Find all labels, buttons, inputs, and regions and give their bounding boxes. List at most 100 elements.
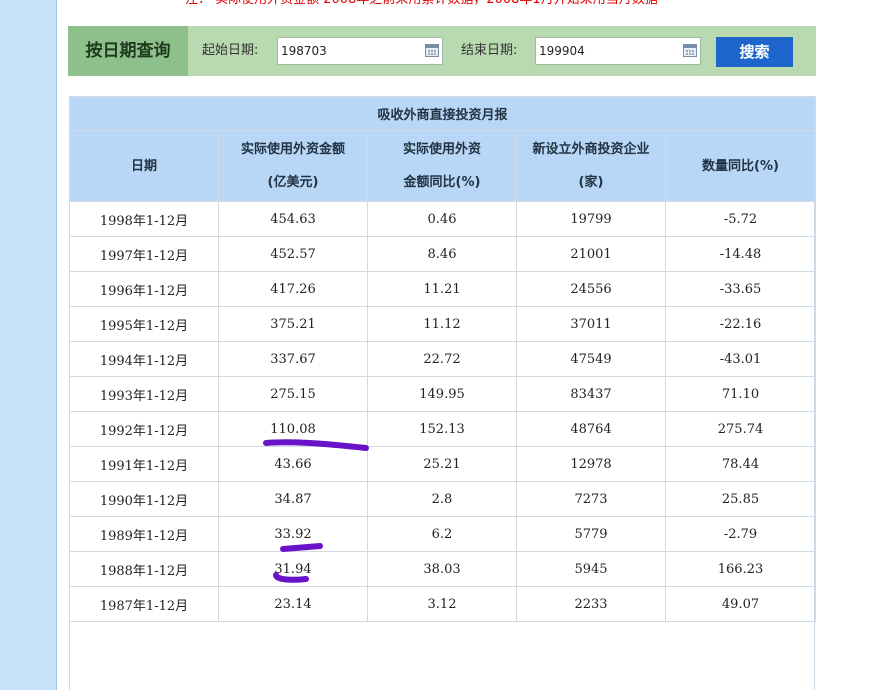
table-cell: 1997年1-12月 [69, 236, 219, 272]
table-cell: 1989年1-12月 [69, 516, 219, 552]
table-cell: 454.63 [218, 201, 368, 237]
table-cell: 78.44 [665, 446, 816, 482]
report-title: 吸收外商直接投资月报 [69, 96, 816, 131]
table-cell: 8.46 [367, 236, 517, 272]
table-cell: 23.14 [218, 586, 368, 622]
table-cell: 25.85 [665, 481, 816, 517]
table-row: 1998年1-12月 454.63 0.46 19799 -5.72 [69, 201, 816, 237]
table-row: 1992年1-12月 110.08 152.13 48764 275.74 [69, 411, 816, 447]
table-cell: 19799 [516, 201, 666, 237]
table-cell: 110.08 [218, 411, 368, 447]
date-search-bar: 按日期查询 起始日期: 198703 结束日期: 199904 搜索 [68, 26, 816, 76]
table-row: 1991年1-12月 43.66 25.21 12978 78.44 [69, 446, 816, 482]
table-cell: 2233 [516, 586, 666, 622]
table-row: 1989年1-12月 33.92 6.2 5779 -2.79 [69, 516, 816, 552]
table-cell: 31.94 [218, 551, 368, 587]
table-cell: 1994年1-12月 [69, 341, 219, 377]
table-cell: 1995年1-12月 [69, 306, 219, 342]
table-cell: 49.07 [665, 586, 816, 622]
table-cell: 275.74 [665, 411, 816, 447]
table-cell: 47549 [516, 341, 666, 377]
table-row: 1997年1-12月 452.57 8.46 21001 -14.48 [69, 236, 816, 272]
notice-text: 注： 实际使用外资金额 2008年之前采用累计数据，2008年1月开始采用当月数… [185, 0, 658, 8]
table-cell: 5779 [516, 516, 666, 552]
table-cell: 1996年1-12月 [69, 271, 219, 307]
start-date-label: 起始日期: [202, 43, 259, 58]
end-date-value: 199904 [539, 44, 585, 58]
table-cell: 22.72 [367, 341, 517, 377]
report-table: 吸收外商直接投资月报 日期 实际使用外资金额 (亿美元) 实际使用外资 金额同比(%) 新… [69, 96, 816, 622]
column-header-line1: 实际使用外资 [402, 142, 481, 157]
table-cell: 1991年1-12月 [69, 446, 219, 482]
table-cell: 166.23 [665, 551, 816, 587]
table-cell: 11.12 [367, 306, 517, 342]
table-cell: 375.21 [218, 306, 368, 342]
table-row: 1987年1-12月 23.14 3.12 2233 49.07 [69, 586, 816, 622]
search-button[interactable]: 搜索 [716, 37, 793, 67]
column-header-line1: 数量同比(%) [702, 158, 779, 174]
table-cell: -43.01 [665, 341, 816, 377]
table-cell: 71.10 [665, 376, 816, 412]
table-cell: 0.46 [367, 201, 517, 237]
table-cell: 149.95 [367, 376, 517, 412]
start-date-input[interactable]: 198703 [277, 37, 443, 65]
table-row: 1990年1-12月 34.87 2.8 7273 25.85 [69, 481, 816, 517]
search-title: 按日期查询 [68, 26, 188, 76]
column-header-line1: 日期 [130, 158, 157, 174]
table-cell: 5945 [516, 551, 666, 587]
table-cell: 1990年1-12月 [69, 481, 219, 517]
table-cell: 37011 [516, 306, 666, 342]
table-cell: 3.12 [367, 586, 517, 622]
sidebar-divider [56, 0, 57, 690]
table-cell: 2.8 [367, 481, 517, 517]
column-header: 新设立外商投资企业 (家) [516, 130, 666, 202]
table-row: 1995年1-12月 375.21 11.12 37011 -22.16 [69, 306, 816, 342]
table-cell: -33.65 [665, 271, 816, 307]
table-cell: 24556 [516, 271, 666, 307]
table-cell: 452.57 [218, 236, 368, 272]
table-cell: 417.26 [218, 271, 368, 307]
left-sidebar-strip [0, 0, 56, 690]
table-cell: 1987年1-12月 [69, 586, 219, 622]
end-date-input[interactable]: 199904 [535, 37, 701, 65]
table-cell: 48764 [516, 411, 666, 447]
column-header-line1: 实际使用外资金额 [240, 142, 345, 157]
table-row: 1996年1-12月 417.26 11.21 24556 -33.65 [69, 271, 816, 307]
table-row: 1994年1-12月 337.67 22.72 47549 -43.01 [69, 341, 816, 377]
table-cell: 38.03 [367, 551, 517, 587]
column-header: 日期 [69, 130, 219, 202]
table-cell: 275.15 [218, 376, 368, 412]
table-cell: 7273 [516, 481, 666, 517]
table-cell: 12978 [516, 446, 666, 482]
table-cell: 83437 [516, 376, 666, 412]
table-cell: 1992年1-12月 [69, 411, 219, 447]
table-cell: 1998年1-12月 [69, 201, 219, 237]
table-cell: 11.21 [367, 271, 517, 307]
table-cell: 25.21 [367, 446, 517, 482]
table-cell: 6.2 [367, 516, 517, 552]
table-row: 1988年1-12月 31.94 38.03 5945 166.23 [69, 551, 816, 587]
calendar-icon[interactable] [683, 44, 697, 57]
table-cell: -14.48 [665, 236, 816, 272]
column-header: 实际使用外资金额 (亿美元) [218, 130, 368, 202]
end-date-label: 结束日期: [461, 43, 518, 58]
table-cell: 1988年1-12月 [69, 551, 219, 587]
table-cell: 21001 [516, 236, 666, 272]
table-row: 1993年1-12月 275.15 149.95 83437 71.10 [69, 376, 816, 412]
column-header-line2: (亿美元) [267, 175, 319, 190]
table-cell: -2.79 [665, 516, 816, 552]
column-header: 数量同比(%) [665, 130, 816, 202]
table-cell: -22.16 [665, 306, 816, 342]
fdi-monthly-report: 吸收外商直接投资月报 日期 实际使用外资金额 (亿美元) 实际使用外资 金额同比(%) 新… [69, 96, 816, 690]
table-cell: 152.13 [367, 411, 517, 447]
table-cell: -5.72 [665, 201, 816, 237]
table-cell: 43.66 [218, 446, 368, 482]
table-cell: 337.67 [218, 341, 368, 377]
table-cell: 34.87 [218, 481, 368, 517]
column-header-line2: (家) [578, 175, 604, 190]
table-cell: 33.92 [218, 516, 368, 552]
start-date-value: 198703 [281, 44, 327, 58]
column-header-line1: 新设立外商投资企业 [532, 142, 650, 157]
calendar-icon[interactable] [425, 44, 439, 57]
table-cell: 1993年1-12月 [69, 376, 219, 412]
